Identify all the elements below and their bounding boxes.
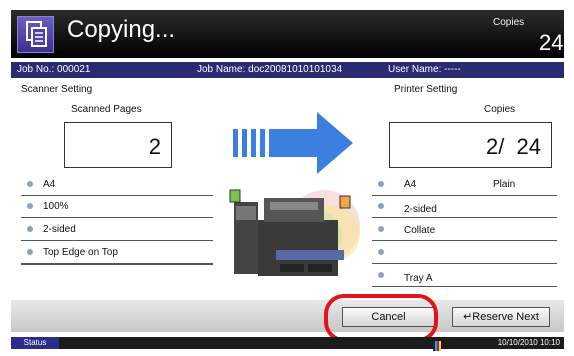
toner-level-icon [433, 338, 443, 351]
printer-setting-row [372, 242, 557, 264]
bullet-icon [27, 203, 33, 209]
copies-label: Copies [493, 17, 525, 28]
scanner-setting-zoom: 100% [43, 201, 69, 212]
copies-progress-display: 2/ 24 [389, 122, 552, 168]
scanner-setting-row: Top Edge on Top [21, 242, 213, 264]
scanner-setting-paper: A4 [43, 179, 56, 190]
reserve-next-button[interactable]: ↵Reserve Next [452, 307, 550, 327]
scanner-setting-duplex: 2-sided [43, 224, 76, 235]
copies-progress-value: 2/ 24 [485, 134, 541, 159]
cancel-highlight-ring [324, 294, 438, 342]
reserve-next-label: Reserve Next [472, 311, 539, 323]
printer-setting-row: A4 Plain [372, 174, 557, 196]
job-name: Job Name: doc20081010101034 [197, 64, 343, 75]
bullet-icon [378, 249, 384, 255]
action-bar: Cancel ↵Reserve Next [11, 300, 564, 332]
status-bar: Status 10/10/2010 10:10 [11, 337, 564, 351]
page-title: Copying... [67, 16, 176, 43]
title-bar: Copying... Copies 24 [11, 10, 564, 58]
bullet-icon [378, 226, 384, 232]
printer-setting-tray: Tray A [404, 273, 433, 284]
scanner-setting-row: A4 [21, 174, 213, 196]
scanner-setting-row: 2-sided [21, 219, 213, 241]
bullet-icon [27, 181, 33, 187]
printer-setting-duplex: 2-sided [404, 204, 437, 215]
bullet-icon [27, 249, 33, 255]
status-tab[interactable]: Status [11, 337, 59, 349]
copy-icon [17, 16, 54, 53]
transfer-arrow-icon [233, 110, 355, 176]
printer-setting-media: Plain [493, 179, 516, 190]
user-name: User Name: ----- [388, 64, 461, 75]
printer-setting-row: Collate [372, 219, 557, 241]
bullet-icon [378, 272, 384, 278]
main-panel: Scanner Setting Scanned Pages 2 A4 100% … [11, 78, 564, 309]
scanner-setting-orientation: Top Edge on Top [43, 247, 118, 258]
copies-label-printer: Copies [484, 104, 516, 115]
scanner-setting-heading: Scanner Setting [21, 84, 93, 95]
date-time: 10/10/2010 10:10 [497, 338, 560, 347]
printer-setting-row: Tray A [372, 265, 557, 287]
job-number: Job No.: 000021 [17, 64, 91, 75]
scanned-pages-label: Scanned Pages [71, 104, 142, 115]
scanned-pages-value: 2 [148, 134, 161, 159]
printer-setting-paper: A4 [404, 179, 417, 190]
printer-setting-row: 2-sided [372, 196, 557, 218]
scanner-setting-row: 100% [21, 196, 213, 218]
copies-count: 24 [539, 30, 564, 55]
scanned-pages-display: 2 [64, 122, 172, 168]
bullet-icon [27, 226, 33, 232]
printer-setting-heading: Printer Setting [394, 84, 458, 95]
bullet-icon [378, 203, 384, 209]
job-info-bar: Job No.: 000021 Job Name: doc20081010101… [11, 62, 564, 78]
bullet-icon [378, 181, 384, 187]
printer-illustration-icon [224, 184, 364, 287]
printer-setting-collate: Collate [404, 225, 436, 236]
divider [21, 264, 213, 265]
return-arrow-icon: ↵ [463, 311, 473, 323]
